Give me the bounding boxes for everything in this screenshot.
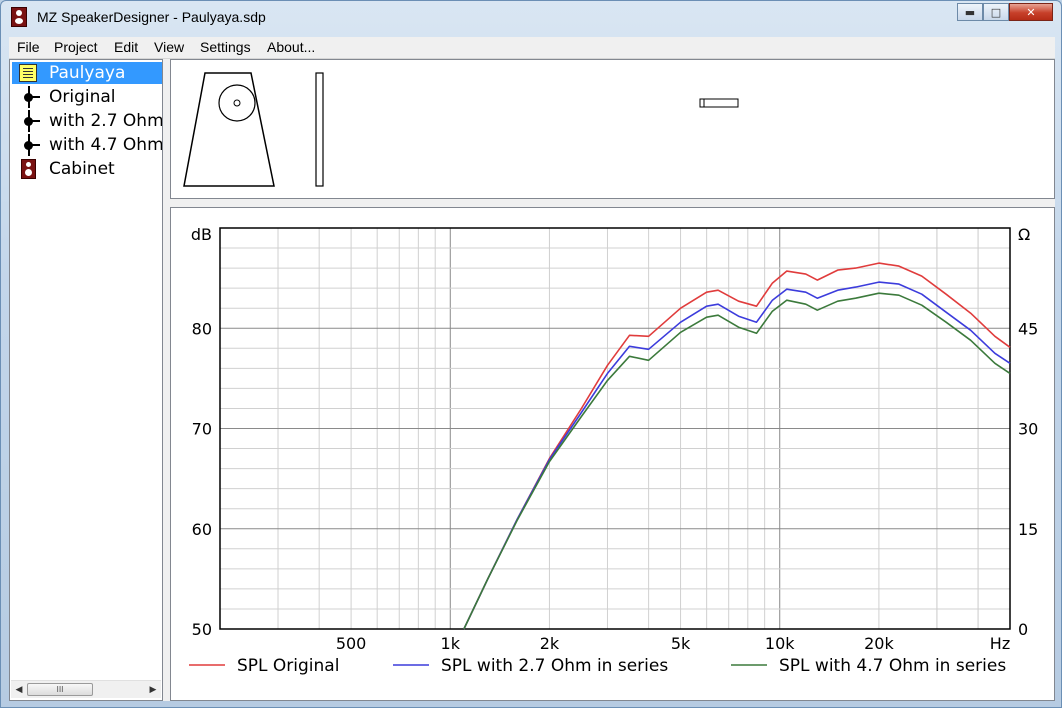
y2-tick-label: 0 [1018, 620, 1028, 639]
menu-edit[interactable]: Edit [114, 39, 138, 55]
series-line-3 [463, 292, 1011, 630]
legend-label: SPL with 4.7 Ohm in series [779, 656, 1006, 676]
menu-bar: File Project Edit View Settings About... [9, 37, 1055, 59]
close-button[interactable]: ✕ [1009, 3, 1053, 21]
legend-label: SPL with 2.7 Ohm in series [441, 656, 668, 676]
network-icon [20, 86, 40, 108]
horizontal-splitter[interactable] [170, 199, 1055, 207]
cabinet-top-view [699, 98, 739, 108]
y2-tick-label: 15 [1018, 520, 1038, 539]
x-tick-label: 20k [864, 634, 894, 653]
project-icon [19, 64, 37, 82]
y2-axis-label: Ω [1018, 225, 1030, 244]
tree-item-4-7-ohm[interactable]: with 4.7 Ohm [12, 134, 162, 156]
title-bar[interactable]: MZ SpeakerDesigner - Paulyaya.sdp ▬ □ ✕ [1, 1, 1061, 35]
driver-outline [218, 84, 256, 122]
tree-item-label: with 4.7 Ohm [49, 135, 162, 155]
series-line-1 [463, 262, 1011, 630]
x-tick-label: 1k [441, 634, 461, 653]
minimize-button[interactable]: ▬ [957, 3, 983, 21]
network-icon [20, 134, 40, 156]
tree-item-label: with 2.7 Ohm [49, 111, 162, 131]
cabinet-side-view [315, 72, 324, 187]
y-tick-label: 50 [192, 620, 212, 639]
legend-label: SPL Original [237, 656, 339, 676]
speaker-app-icon[interactable] [11, 7, 27, 27]
tree-item-2-7-ohm[interactable]: with 2.7 Ohm [12, 110, 162, 132]
project-tree[interactable]: Paulyaya Original with 2.7 Ohm with 4.7 … [9, 59, 163, 701]
tree-item-project[interactable]: Paulyaya [12, 62, 162, 84]
maximize-button[interactable]: □ [983, 3, 1009, 21]
caption-buttons: ▬ □ ✕ [957, 3, 1053, 21]
cabinet-drawing [183, 72, 739, 187]
y-tick-label: 60 [192, 520, 212, 539]
frequency-response-chart: 50 60 70 80 dB 0 15 30 45 Ω 500 1k 2k 5k 10k 20k Hz SPL O… [189, 225, 1038, 676]
y2-tick-label: 45 [1018, 319, 1038, 338]
menu-view[interactable]: View [154, 39, 184, 55]
y-axis-label: dB [191, 225, 212, 244]
menu-about[interactable]: About... [267, 39, 315, 55]
scroll-left-arrow-icon[interactable]: ◀ [11, 681, 27, 698]
driver-center [233, 99, 241, 107]
x-axis-unit: Hz [990, 634, 1010, 653]
frequency-response-panel[interactable]: 50 60 70 80 dB 0 15 30 45 Ω 500 1k 2k 5k 10k 20k Hz SPL O… [170, 207, 1055, 701]
series-line-2 [463, 281, 1011, 630]
tree-item-label: Original [49, 87, 116, 107]
tree-item-cabinet[interactable]: Cabinet [12, 158, 162, 180]
window-title: MZ SpeakerDesigner - Paulyaya.sdp [37, 9, 266, 25]
y2-tick-label: 30 [1018, 420, 1038, 439]
tree-item-label: Paulyaya [49, 63, 126, 83]
network-icon [20, 110, 40, 132]
x-tick-label: 2k [540, 634, 560, 653]
menu-file[interactable]: File [17, 39, 40, 55]
vertical-splitter[interactable] [163, 59, 170, 701]
menu-project[interactable]: Project [54, 39, 98, 55]
scroll-right-arrow-icon[interactable]: ▶ [145, 681, 161, 698]
scroll-thumb[interactable]: III [27, 683, 93, 696]
tree-horizontal-scrollbar[interactable]: ◀ III ▶ [11, 680, 161, 698]
cabinet-icon [21, 159, 36, 179]
tree-item-label: Cabinet [49, 159, 115, 179]
tree-item-original[interactable]: Original [12, 86, 162, 108]
x-tick-label: 5k [671, 634, 691, 653]
y-tick-label: 80 [192, 319, 212, 338]
client-area: Paulyaya Original with 2.7 Ohm with 4.7 … [9, 59, 1055, 701]
menu-settings[interactable]: Settings [200, 39, 251, 55]
main-window: MZ SpeakerDesigner - Paulyaya.sdp ▬ □ ✕ … [0, 0, 1062, 708]
cabinet-drawing-panel[interactable] [170, 59, 1055, 199]
y-tick-label: 70 [192, 420, 212, 439]
x-tick-label: 500 [336, 634, 367, 653]
cabinet-front-outline [183, 72, 275, 187]
x-tick-label: 10k [765, 634, 795, 653]
